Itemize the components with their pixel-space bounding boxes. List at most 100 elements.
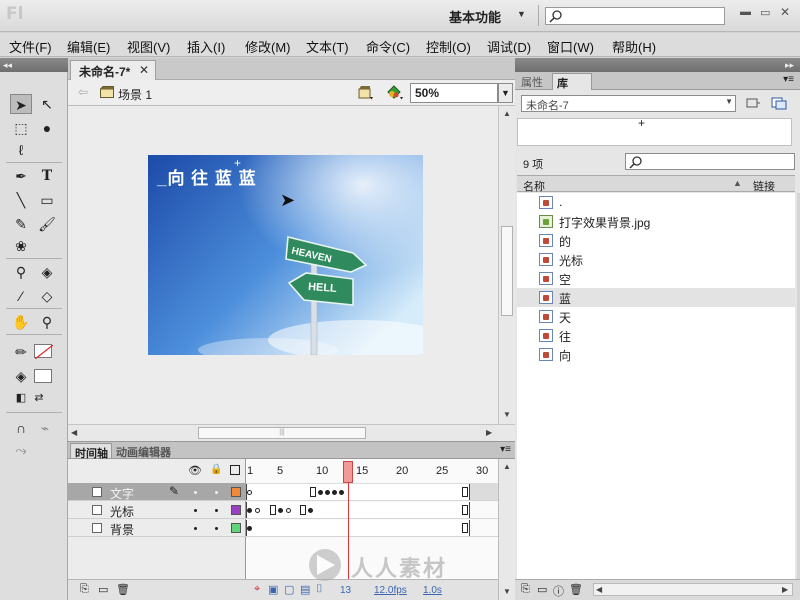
- scroll-left-icon[interactable]: ◀: [596, 585, 602, 594]
- keyframe[interactable]: [325, 490, 330, 495]
- right-panel-header[interactable]: ▸▸: [515, 58, 800, 72]
- free-transform-tool-icon[interactable]: ⬚: [10, 118, 32, 138]
- frame-row[interactable]: [246, 519, 498, 537]
- new-folder-icon[interactable]: ▭: [537, 583, 547, 596]
- center-frame-icon[interactable]: ⌖: [254, 583, 260, 596]
- menu-edit[interactable]: 编辑(E): [67, 37, 110, 56]
- pin-library-icon[interactable]: [745, 96, 761, 110]
- swap-colors-icon[interactable]: ⇄: [28, 388, 50, 408]
- playhead[interactable]: [343, 461, 353, 483]
- stage-vertical-scrollbar[interactable]: ▲ ▼: [498, 106, 515, 424]
- layer-row[interactable]: 背景: [68, 519, 246, 537]
- scene-label[interactable]: 场景 1: [118, 86, 152, 103]
- scroll-right-icon[interactable]: ▶: [782, 585, 788, 594]
- keyframe[interactable]: [247, 526, 252, 531]
- minimize-icon[interactable]: ▬: [740, 6, 751, 18]
- stroke-color-swatch[interactable]: [34, 344, 54, 360]
- keyframe[interactable]: [247, 508, 252, 513]
- layer-color-swatch[interactable]: [231, 487, 241, 497]
- layer-row[interactable]: 光标: [68, 501, 246, 519]
- onion-outline-icon[interactable]: ▢: [284, 583, 294, 596]
- lasso-tool-icon[interactable]: ℓ: [10, 140, 32, 160]
- onion-skin-icon[interactable]: ▣: [268, 583, 278, 596]
- tab-timeline[interactable]: 时间轴: [70, 443, 112, 460]
- layer-color-swatch[interactable]: [231, 523, 241, 533]
- bone-tool-icon[interactable]: ⚲: [10, 262, 32, 282]
- close-icon[interactable]: ✕: [780, 5, 790, 19]
- maximize-icon[interactable]: ▭: [760, 6, 770, 19]
- panel-menu-icon[interactable]: ▾≡: [500, 444, 511, 455]
- list-item[interactable]: 的: [517, 231, 795, 250]
- keyframe[interactable]: [278, 508, 283, 513]
- chevron-down-icon[interactable]: ▼: [517, 9, 526, 19]
- document-tab[interactable]: 未命名-7* ✕: [70, 60, 156, 80]
- frame-rate[interactable]: 12.0fps: [374, 585, 407, 596]
- library-document-select[interactable]: 未命名-7 ▼: [521, 95, 736, 112]
- rectangle-tool-icon[interactable]: ▭: [36, 190, 58, 210]
- stage-horizontal-scrollbar[interactable]: ◀ ||| ▶: [68, 424, 515, 441]
- smooth-icon[interactable]: ⌁: [34, 418, 56, 438]
- list-item[interactable]: 蓝: [517, 288, 795, 307]
- keyframe[interactable]: [339, 490, 344, 495]
- sort-icon[interactable]: ▲: [733, 178, 742, 188]
- workspace-switcher[interactable]: 基本功能: [449, 7, 501, 26]
- scroll-up-icon[interactable]: ▲: [503, 462, 511, 471]
- eye-icon[interactable]: 👁: [188, 464, 202, 477]
- chevron-down-icon[interactable]: ▼: [725, 97, 733, 106]
- pencil-tool-icon[interactable]: ✎: [10, 214, 32, 234]
- scrollbar-thumb[interactable]: |||: [198, 427, 366, 439]
- menu-debug[interactable]: 调试(D): [487, 37, 531, 56]
- list-item[interactable]: 空: [517, 269, 795, 288]
- menu-file[interactable]: 文件(F): [9, 37, 52, 56]
- list-item[interactable]: .: [517, 193, 795, 212]
- scroll-left-icon[interactable]: ◀: [71, 428, 77, 437]
- list-item[interactable]: 天: [517, 307, 795, 326]
- lock-icon[interactable]: 🔒: [210, 464, 222, 475]
- paint-bucket-tool-icon[interactable]: ◈: [36, 262, 58, 282]
- edit-scene-icon[interactable]: [358, 85, 374, 101]
- visibility-dot[interactable]: [194, 509, 197, 512]
- menu-view[interactable]: 视图(V): [127, 37, 170, 56]
- lock-dot[interactable]: [215, 509, 218, 512]
- stage-area[interactable]: _向 往 蓝 蓝 HEAVEN HELL ➤ +: [68, 106, 498, 424]
- list-item[interactable]: 往: [517, 326, 795, 345]
- pen-tool-icon[interactable]: ✒: [10, 166, 32, 186]
- current-frame[interactable]: 13: [340, 585, 351, 596]
- chevron-down-icon[interactable]: ▼: [498, 83, 513, 103]
- scroll-down-icon[interactable]: ▼: [503, 587, 511, 596]
- tab-library[interactable]: 库: [552, 73, 592, 90]
- list-item[interactable]: 向: [517, 345, 795, 364]
- lock-dot[interactable]: [215, 527, 218, 530]
- scroll-right-icon[interactable]: ▶: [486, 428, 492, 437]
- menu-control[interactable]: 控制(O): [426, 37, 471, 56]
- stage-overlay-text[interactable]: _向 往 蓝 蓝: [157, 164, 257, 189]
- fill-color-swatch[interactable]: [34, 369, 52, 383]
- line-tool-icon[interactable]: ╲: [10, 190, 32, 210]
- scroll-up-icon[interactable]: ▲: [503, 109, 511, 118]
- menu-insert[interactable]: 插入(I): [187, 37, 225, 56]
- layer-name[interactable]: 文字: [110, 485, 134, 502]
- edit-symbol-icon[interactable]: [386, 85, 404, 101]
- layer-row[interactable]: 文字 ✎: [68, 483, 246, 501]
- scroll-down-icon[interactable]: ▼: [503, 410, 511, 419]
- list-item[interactable]: 光标: [517, 250, 795, 269]
- lock-dot[interactable]: [215, 491, 218, 494]
- new-symbol-icon[interactable]: ⎘: [521, 583, 530, 596]
- snap-magnet-icon[interactable]: ∩: [10, 418, 32, 438]
- visibility-dot[interactable]: [194, 527, 197, 530]
- properties-icon[interactable]: ⓘ: [553, 583, 564, 599]
- tab-motion-editor[interactable]: 动画编辑器: [116, 444, 171, 460]
- close-icon[interactable]: ✕: [139, 63, 149, 77]
- frame-row[interactable]: [246, 501, 498, 519]
- new-layer-icon[interactable]: ⎘: [80, 583, 89, 596]
- menu-help[interactable]: 帮助(H): [612, 37, 656, 56]
- keyframe[interactable]: [318, 490, 323, 495]
- new-library-panel-icon[interactable]: [771, 96, 787, 110]
- eraser-tool-icon[interactable]: ◇: [36, 286, 58, 306]
- library-search-input[interactable]: [625, 153, 795, 170]
- menu-text[interactable]: 文本(T): [306, 37, 349, 56]
- layer-color-swatch[interactable]: [231, 505, 241, 515]
- subselection-tool-icon[interactable]: ↖: [36, 94, 58, 114]
- panel-menu-icon[interactable]: ▾≡: [783, 74, 794, 85]
- layer-name[interactable]: 背景: [110, 521, 134, 538]
